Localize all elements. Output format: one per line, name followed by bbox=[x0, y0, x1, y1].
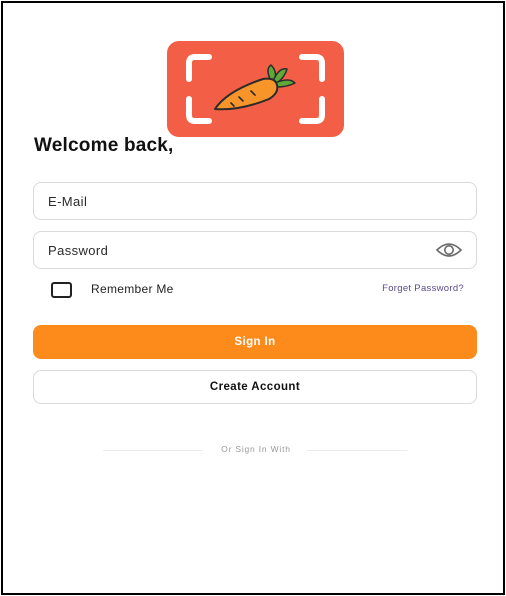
eye-icon[interactable] bbox=[436, 241, 462, 259]
email-field-container bbox=[33, 182, 477, 220]
social-divider-text: Or Sign In With bbox=[221, 444, 291, 454]
welcome-heading: Welcome back, bbox=[34, 135, 174, 156]
remember-checkbox[interactable] bbox=[51, 282, 72, 298]
carrot-scan-icon bbox=[186, 54, 325, 124]
create-account-button[interactable]: Create Account bbox=[33, 370, 477, 404]
password-input[interactable] bbox=[48, 232, 428, 268]
sign-in-button[interactable]: Sign In bbox=[33, 325, 477, 359]
email-input[interactable] bbox=[48, 183, 428, 219]
password-field-container bbox=[33, 231, 477, 269]
divider-line-right bbox=[307, 450, 407, 451]
remember-label: Remember Me bbox=[91, 282, 174, 296]
app-logo bbox=[167, 41, 344, 137]
remember-row: Remember Me Forget Password? bbox=[51, 281, 465, 299]
forgot-password-link[interactable]: Forget Password? bbox=[382, 283, 464, 294]
screen-frame: Welcome back, Remember Me Forget Passwor… bbox=[1, 1, 505, 595]
